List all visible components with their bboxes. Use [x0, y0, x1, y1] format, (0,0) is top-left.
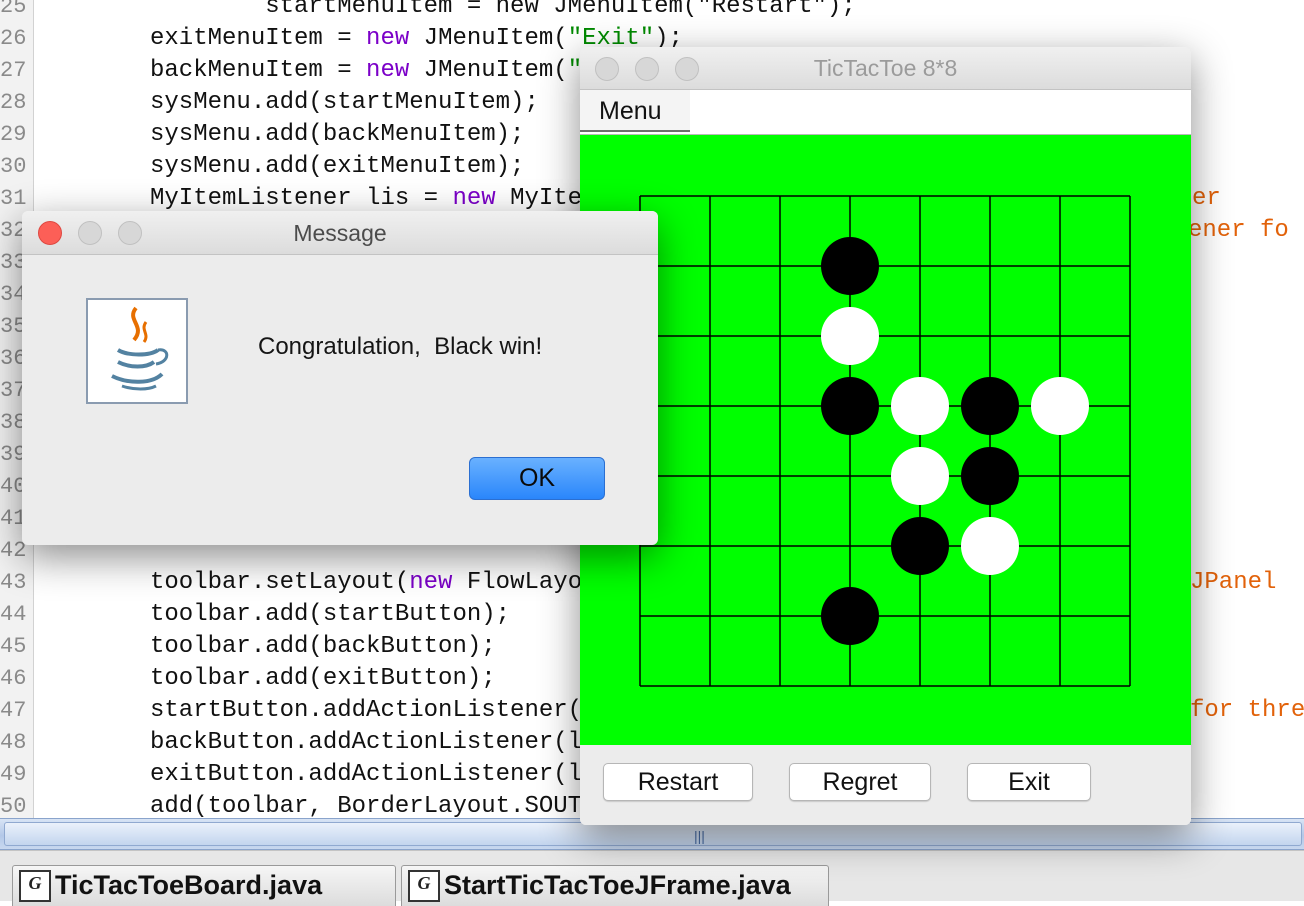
exit-button[interactable]: Exit [967, 763, 1091, 801]
code-token: MyItemListener lis = [150, 185, 453, 212]
code-token: add(toolbar, BorderLayout.SOUTH); [150, 793, 626, 818]
code-token: new [409, 569, 453, 596]
code-token: sysMenu.add(backMenuItem); [150, 121, 525, 148]
board-background [580, 135, 1191, 745]
code-line[interactable]: toolbar.add(startButton); [150, 599, 510, 631]
button-toolbar: Restart Regret Exit [580, 745, 1191, 825]
line-number: 27 [0, 58, 26, 83]
board-panel[interactable] [580, 135, 1191, 745]
title-bar[interactable]: TicTacToe 8*8 [580, 47, 1191, 90]
white-piece [961, 517, 1019, 575]
line-number: 44 [0, 602, 26, 627]
ok-button[interactable]: OK [469, 457, 605, 500]
code-token: JMenuItem( [409, 25, 568, 52]
line-number: 49 [0, 762, 26, 787]
line-number: 46 [0, 666, 26, 691]
code-token: sysMenu.add(startMenuItem); [150, 89, 539, 116]
black-piece [821, 237, 879, 295]
code-token: new [366, 57, 410, 84]
scroll-grip-icon: ||| [694, 828, 705, 844]
code-comment: for thre [1190, 697, 1304, 724]
code-token: exitMenuItem = [150, 25, 367, 52]
code-token: JMenuItem( [409, 57, 568, 84]
black-piece [961, 447, 1019, 505]
black-piece [821, 377, 879, 435]
menu-bar: Menu [580, 90, 1191, 135]
regret-button[interactable]: Regret [789, 763, 931, 801]
black-piece [891, 517, 949, 575]
line-number: 29 [0, 122, 26, 147]
code-token: toolbar.add(startButton); [150, 601, 511, 628]
code-comment: er [1192, 185, 1221, 212]
dialog-title-bar[interactable]: Message [22, 211, 658, 255]
code-token: startButton.addActionListener(lis); [150, 697, 655, 724]
code-token: backMenuItem = [150, 57, 367, 84]
code-token: backButton.addActionListener(lis); [150, 729, 640, 756]
white-piece [891, 377, 949, 435]
line-number: 28 [0, 90, 26, 115]
line-number: 47 [0, 698, 26, 723]
game-board[interactable] [580, 135, 1191, 745]
line-number: 26 [0, 26, 26, 51]
code-line[interactable]: backButton.addActionListener(lis); [150, 727, 640, 759]
code-line[interactable]: startMenuItem = new JMenuItem("Restart")… [150, 0, 856, 23]
code-token: startMenuItem = new JMenuItem("Restart")… [150, 0, 856, 20]
code-line[interactable]: sysMenu.add(exitMenuItem); [150, 151, 524, 183]
line-number: 48 [0, 730, 26, 755]
line-number: 43 [0, 570, 26, 595]
code-token: exitButton.addActionListener(lis); [150, 761, 640, 788]
code-token: sysMenu.add(exitMenuItem); [150, 153, 525, 180]
restart-button[interactable]: Restart [603, 763, 753, 801]
message-dialog: Message Congratulation, Black win! OK [22, 211, 658, 545]
code-line[interactable]: sysMenu.add(backMenuItem); [150, 119, 524, 151]
code-comment: ener fo [1188, 217, 1289, 244]
code-line[interactable]: startButton.addActionListener(lis); [150, 695, 654, 727]
line-number: 45 [0, 634, 26, 659]
code-line[interactable]: exitButton.addActionListener(lis); [150, 759, 640, 791]
code-comment: JPanel [1190, 569, 1277, 596]
white-piece [821, 307, 879, 365]
scrollbar-thumb[interactable]: ||| [4, 822, 1302, 846]
code-line[interactable]: add(toolbar, BorderLayout.SOUTH); [150, 791, 625, 818]
black-piece [821, 587, 879, 645]
java-icon [86, 298, 188, 404]
java-file-icon: G [19, 870, 51, 902]
white-piece [891, 447, 949, 505]
code-token: new [452, 185, 496, 212]
black-piece [961, 377, 1019, 435]
tab-label: StartTicTacToeJFrame.java [444, 870, 791, 900]
tictactoe-window: TicTacToe 8*8 Menu Restart Regret Exit [580, 47, 1191, 825]
menu-button[interactable]: Menu [580, 90, 690, 132]
line-number: 50 [0, 794, 26, 818]
code-token: new [366, 25, 410, 52]
code-line[interactable]: toolbar.add(backButton); [150, 631, 496, 663]
window-title: TicTacToe 8*8 [813, 55, 958, 81]
code-line[interactable]: toolbar.add(exitButton); [150, 663, 496, 695]
line-number: 30 [0, 154, 26, 179]
dialog-title: Message [293, 220, 387, 246]
java-file-icon: G [408, 870, 440, 902]
code-line[interactable]: sysMenu.add(startMenuItem); [150, 87, 539, 119]
tab-label: TicTacToeBoard.java [55, 870, 323, 900]
white-piece [1031, 377, 1089, 435]
code-token: toolbar.add(backButton); [150, 633, 496, 660]
line-number: 25 [0, 0, 26, 19]
file-tab-bar: G TicTacToeBoard.java G StartTicTacToeJF… [0, 850, 1304, 906]
message-text: Congratulation, Black win! [258, 333, 543, 360]
code-token: toolbar.add(exitButton); [150, 665, 496, 692]
code-token: toolbar.setLayout( [150, 569, 410, 596]
